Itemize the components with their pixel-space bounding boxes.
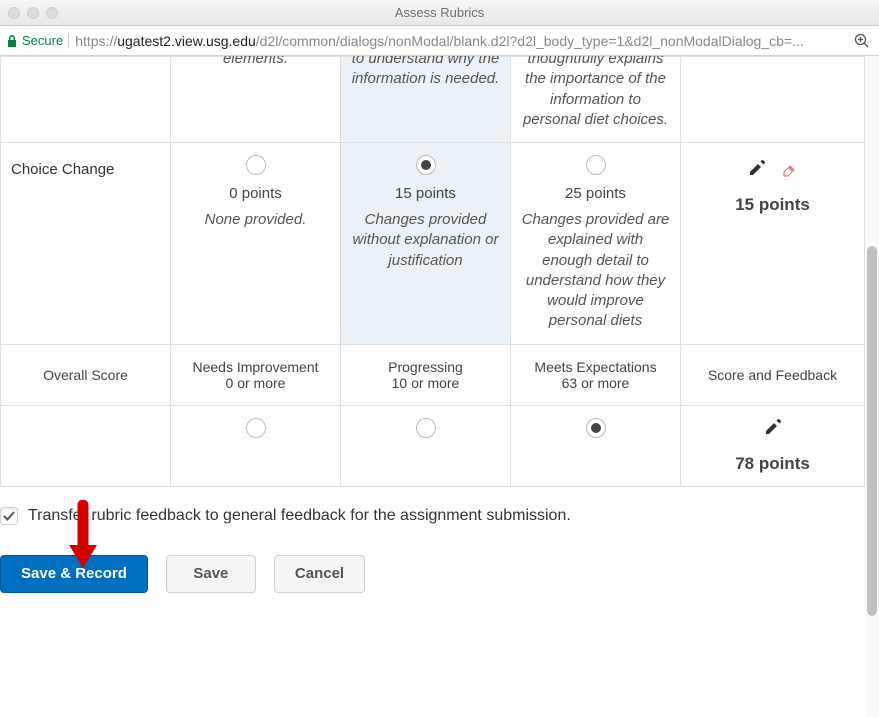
cell-description: None provided. — [181, 210, 330, 230]
save-and-record-button[interactable]: Save & Record — [0, 555, 148, 593]
cell-description: elements. — [181, 56, 330, 69]
rubric-cell[interactable]: thoughtfully explains the importance of … — [511, 57, 681, 143]
rubric-table: elements. to understand why the informat… — [0, 56, 865, 487]
eraser-icon[interactable] — [779, 159, 797, 181]
score-cell — [681, 57, 865, 143]
overall-col-title: Needs Improvement — [179, 359, 332, 375]
cell-description: thoughtfully explains the importance of … — [521, 56, 670, 130]
window-title-bar: Assess Rubrics — [0, 0, 879, 26]
radio-button-checked[interactable] — [586, 418, 606, 438]
traffic-lights — [8, 7, 58, 19]
score-feedback-header: Score and Feedback — [681, 344, 865, 405]
url-protocol: https:// — [75, 33, 117, 49]
rubric-row-partial: elements. to understand why the informat… — [1, 57, 865, 143]
rubric-cell-25pts[interactable]: 25 points Changes provided are explained… — [511, 143, 681, 345]
overall-cell[interactable] — [171, 405, 341, 486]
transfer-feedback-checkbox[interactable] — [0, 507, 18, 525]
radio-button[interactable] — [586, 155, 606, 175]
overall-empty — [1, 405, 171, 486]
criterion-score: 15 points — [691, 195, 854, 215]
criterion-name: Choice Change — [1, 143, 171, 345]
overall-cell[interactable] — [341, 405, 511, 486]
score-cell: 15 points — [681, 143, 865, 345]
window-title: Assess Rubrics — [8, 5, 871, 20]
cell-description: Changes provided are explained with enou… — [521, 210, 670, 332]
secure-badge: Secure — [6, 33, 69, 48]
url-path: /d2l/common/dialogs/nonModal/blank.d2l?d… — [256, 33, 804, 49]
transfer-feedback-row: Transfer rubric feedback to general feed… — [0, 487, 865, 555]
overall-col-range: 0 or more — [179, 375, 332, 391]
overall-col-title: Meets Expectations — [519, 359, 672, 375]
points-label: 0 points — [181, 185, 330, 202]
scrollbar-track[interactable] — [865, 56, 879, 717]
overall-score-radio-row: 78 points — [1, 405, 865, 486]
rubric-cell-0pts[interactable]: 0 points None provided. — [171, 143, 341, 345]
overall-col-title: Progressing — [349, 359, 502, 375]
address-bar: Secure https://ugatest2.view.usg.edu/d2l… — [0, 26, 879, 56]
overall-col-range: 63 or more — [519, 375, 672, 391]
overall-score-header-row: Overall Score Needs Improvement 0 or mor… — [1, 344, 865, 405]
total-score: 78 points — [691, 454, 854, 474]
radio-button-checked[interactable] — [416, 155, 436, 175]
pencil-icon[interactable] — [748, 159, 766, 181]
total-score-cell: 78 points — [681, 405, 865, 486]
cell-description: to understand why the information is nee… — [351, 56, 500, 90]
scrollbar-thumb[interactable] — [867, 246, 877, 616]
content-area: elements. to understand why the informat… — [0, 56, 879, 717]
minimize-window-button[interactable] — [27, 7, 39, 19]
save-button[interactable]: Save — [166, 555, 256, 593]
overall-col-meets: Meets Expectations 63 or more — [511, 344, 681, 405]
url-display[interactable]: https://ugatest2.view.usg.edu/d2l/common… — [75, 33, 851, 49]
rubric-cell-15pts-selected[interactable]: 15 points Changes provided without expla… — [341, 143, 511, 345]
criterion-name-prev — [1, 57, 171, 143]
radio-button[interactable] — [246, 418, 266, 438]
url-host: ugatest2.view.usg.edu — [117, 33, 256, 49]
rubric-cell[interactable]: elements. — [171, 57, 341, 143]
overall-cell-selected[interactable] — [511, 405, 681, 486]
button-row: Save & Record Save Cancel — [0, 555, 865, 613]
overall-col-needs-improvement: Needs Improvement 0 or more — [171, 344, 341, 405]
cancel-button[interactable]: Cancel — [274, 555, 365, 593]
transfer-feedback-label: Transfer rubric feedback to general feed… — [28, 507, 571, 525]
points-label: 15 points — [351, 185, 500, 202]
radio-button[interactable] — [246, 155, 266, 175]
close-window-button[interactable] — [8, 7, 20, 19]
cell-description: Changes provided without explanation or … — [351, 210, 500, 271]
overall-col-progressing: Progressing 10 or more — [341, 344, 511, 405]
secure-label: Secure — [22, 33, 63, 48]
radio-button[interactable] — [416, 418, 436, 438]
rubric-cell-selected[interactable]: to understand why the information is nee… — [341, 57, 511, 143]
overall-col-range: 10 or more — [349, 375, 502, 391]
zoom-icon[interactable] — [851, 30, 873, 52]
rubric-row-choice-change: Choice Change 0 points None provided. 15… — [1, 143, 865, 345]
overall-score-label: Overall Score — [1, 344, 171, 405]
maximize-window-button[interactable] — [46, 7, 58, 19]
lock-icon — [6, 34, 18, 48]
points-label: 25 points — [521, 185, 670, 202]
pencil-icon[interactable] — [764, 418, 782, 440]
